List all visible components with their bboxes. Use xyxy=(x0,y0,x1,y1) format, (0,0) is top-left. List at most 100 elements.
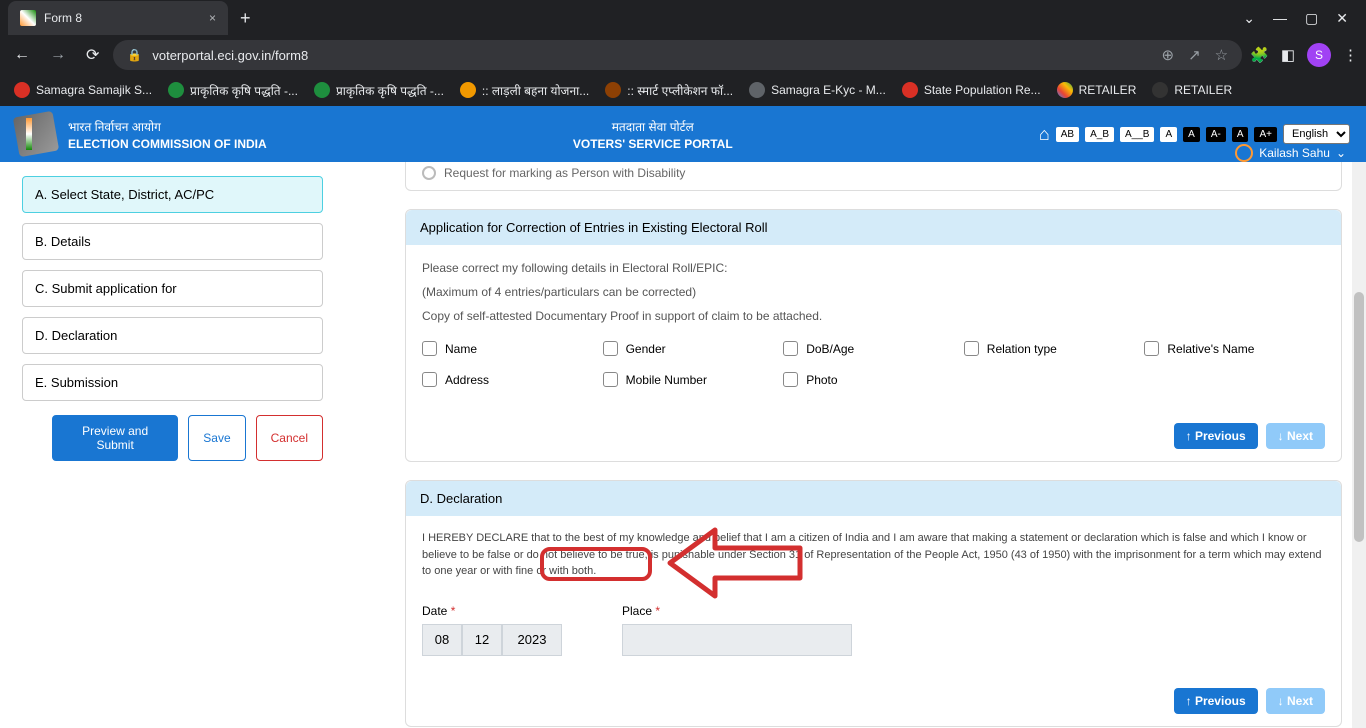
scrollbar-thumb[interactable] xyxy=(1354,292,1364,542)
check-label: Name xyxy=(445,342,477,356)
tab-favicon xyxy=(20,10,36,26)
bookmark-item[interactable]: Samagra E-Kyc - M... xyxy=(743,78,892,102)
bookmark-favicon xyxy=(168,82,184,98)
step-a[interactable]: A. Select State, District, AC/PC xyxy=(22,176,323,213)
check-option: Mobile Number xyxy=(603,364,784,395)
theme-a-dark[interactable]: A xyxy=(1183,127,1200,142)
profile-avatar[interactable]: S xyxy=(1307,43,1331,67)
scrollbar-track[interactable] xyxy=(1352,162,1366,728)
address-bar[interactable]: 🔒 voterportal.eci.gov.in/form8 ⊕ ↗ ☆ xyxy=(113,40,1242,70)
previous-button-2[interactable]: ↑ Previous xyxy=(1174,688,1258,714)
bookmark-item[interactable]: प्राकृतिक कृषि पद्धति -... xyxy=(162,78,304,103)
cancel-button[interactable]: Cancel xyxy=(256,415,323,461)
minimize-icon[interactable]: — xyxy=(1273,10,1287,27)
bookmark-label: :: लाड़ली बहना योजना... xyxy=(482,82,589,99)
checkbox-dob-age[interactable] xyxy=(783,341,798,356)
menu-icon[interactable]: ⋮ xyxy=(1343,46,1358,64)
check-option: Relative's Name xyxy=(1144,333,1325,364)
correction-title: Application for Correction of Entries in… xyxy=(406,210,1341,245)
chevron-down-icon: ⌄ xyxy=(1336,146,1346,160)
eci-logo xyxy=(16,114,56,154)
language-select[interactable]: English xyxy=(1283,124,1350,144)
theme-a-b[interactable]: A_B xyxy=(1085,127,1114,142)
star-icon[interactable]: ☆ xyxy=(1215,46,1228,64)
new-tab-button[interactable]: + xyxy=(240,8,251,29)
arrow-annotation xyxy=(660,518,810,608)
checkbox-mobile-number[interactable] xyxy=(603,372,618,387)
checkbox-relation-type[interactable] xyxy=(964,341,979,356)
checkbox-relative-s-name[interactable] xyxy=(1144,341,1159,356)
bookmark-item[interactable]: RETAILER xyxy=(1051,78,1143,102)
bookmark-label: प्राकृतिक कृषि पद्धति -... xyxy=(190,82,298,99)
chevron-down-icon[interactable]: ⌄ xyxy=(1243,10,1255,27)
bookmark-item[interactable]: RETAILER xyxy=(1146,78,1238,102)
close-window-icon[interactable]: ✕ xyxy=(1336,10,1348,27)
size-minus[interactable]: A- xyxy=(1206,127,1226,142)
step-e[interactable]: E. Submission xyxy=(22,364,323,401)
home-icon[interactable]: ⌂ xyxy=(1039,124,1050,145)
portal-title-hi: मतदाता सेवा पोर्टल xyxy=(267,118,1039,135)
date-year-input[interactable] xyxy=(502,624,562,656)
bookmark-favicon xyxy=(1152,82,1168,98)
date-month-input[interactable] xyxy=(462,624,502,656)
bookmark-label: :: स्मार्ट एप्लीकेशन फॉ... xyxy=(627,82,733,99)
sidepanel-icon[interactable]: ◧ xyxy=(1281,46,1295,64)
correction-hint2: (Maximum of 4 entries/particulars can be… xyxy=(422,285,1325,299)
bookmark-item[interactable]: :: स्मार्ट एप्लीकेशन फॉ... xyxy=(599,78,739,103)
bookmark-label: Samagra E-Kyc - M... xyxy=(771,83,886,97)
bookmark-favicon xyxy=(314,82,330,98)
bookmark-favicon xyxy=(1057,82,1073,98)
bookmark-item[interactable]: :: लाड़ली बहना योजना... xyxy=(454,78,595,103)
extensions-icon[interactable]: 🧩 xyxy=(1250,46,1269,64)
size-normal[interactable]: A xyxy=(1232,127,1249,142)
bookmark-item[interactable]: प्राकृतिक कृषि पद्धति -... xyxy=(308,78,450,103)
next-button[interactable]: ↓ Next xyxy=(1266,423,1325,449)
check-option: Relation type xyxy=(964,333,1145,364)
date-day-input[interactable] xyxy=(422,624,462,656)
step-d[interactable]: D. Declaration xyxy=(22,317,323,354)
checkbox-gender[interactable] xyxy=(603,341,618,356)
check-option: Address xyxy=(422,364,603,395)
theme-ab[interactable]: AB xyxy=(1056,127,1079,142)
bookmarks-bar: Samagra Samajik S... प्राकृतिक कृषि पद्धत… xyxy=(0,74,1366,106)
bookmark-favicon xyxy=(460,82,476,98)
user-icon xyxy=(1235,144,1253,162)
reload-icon[interactable]: ⟳ xyxy=(80,39,105,71)
place-input[interactable] xyxy=(622,624,852,656)
lock-icon: 🔒 xyxy=(127,48,142,62)
search-icon[interactable]: ⊕ xyxy=(1162,46,1175,64)
checkbox-photo[interactable] xyxy=(783,372,798,387)
step-c[interactable]: C. Submit application for xyxy=(22,270,323,307)
radio-disability[interactable] xyxy=(422,166,436,180)
check-option: Photo xyxy=(783,364,964,395)
check-label: Address xyxy=(445,373,489,387)
next-button-2[interactable]: ↓ Next xyxy=(1266,688,1325,714)
check-label: DoB/Age xyxy=(806,342,854,356)
correction-hint1: Please correct my following details in E… xyxy=(422,261,1325,275)
share-icon[interactable]: ↗ xyxy=(1188,46,1201,64)
close-tab-icon[interactable]: × xyxy=(209,11,216,25)
theme-a[interactable]: A xyxy=(1160,127,1177,142)
check-option: Name xyxy=(422,333,603,364)
back-icon[interactable]: ← xyxy=(8,40,36,70)
checkbox-name[interactable] xyxy=(422,341,437,356)
maximize-icon[interactable]: ▢ xyxy=(1305,10,1318,27)
check-option: DoB/Age xyxy=(783,333,964,364)
bookmark-favicon xyxy=(14,82,30,98)
bookmark-label: State Population Re... xyxy=(924,83,1041,97)
forward-icon[interactable]: → xyxy=(44,40,72,70)
checkbox-address[interactable] xyxy=(422,372,437,387)
check-label: Mobile Number xyxy=(626,373,707,387)
save-button[interactable]: Save xyxy=(188,415,245,461)
theme-a--b[interactable]: A__B xyxy=(1120,127,1154,142)
previous-button[interactable]: ↑ Previous xyxy=(1174,423,1258,449)
browser-tab[interactable]: Form 8 × xyxy=(8,1,228,35)
date-label: Date * xyxy=(422,604,562,618)
user-menu[interactable]: Kailash Sahu ⌄ xyxy=(1235,144,1346,162)
preview-submit-button[interactable]: Preview and Submit xyxy=(52,415,178,461)
bookmark-item[interactable]: Samagra Samajik S... xyxy=(8,78,158,102)
header-title-en: ELECTION COMMISSION OF INDIA xyxy=(68,137,267,151)
step-b[interactable]: B. Details xyxy=(22,223,323,260)
bookmark-item[interactable]: State Population Re... xyxy=(896,78,1047,102)
size-plus[interactable]: A+ xyxy=(1254,127,1277,142)
